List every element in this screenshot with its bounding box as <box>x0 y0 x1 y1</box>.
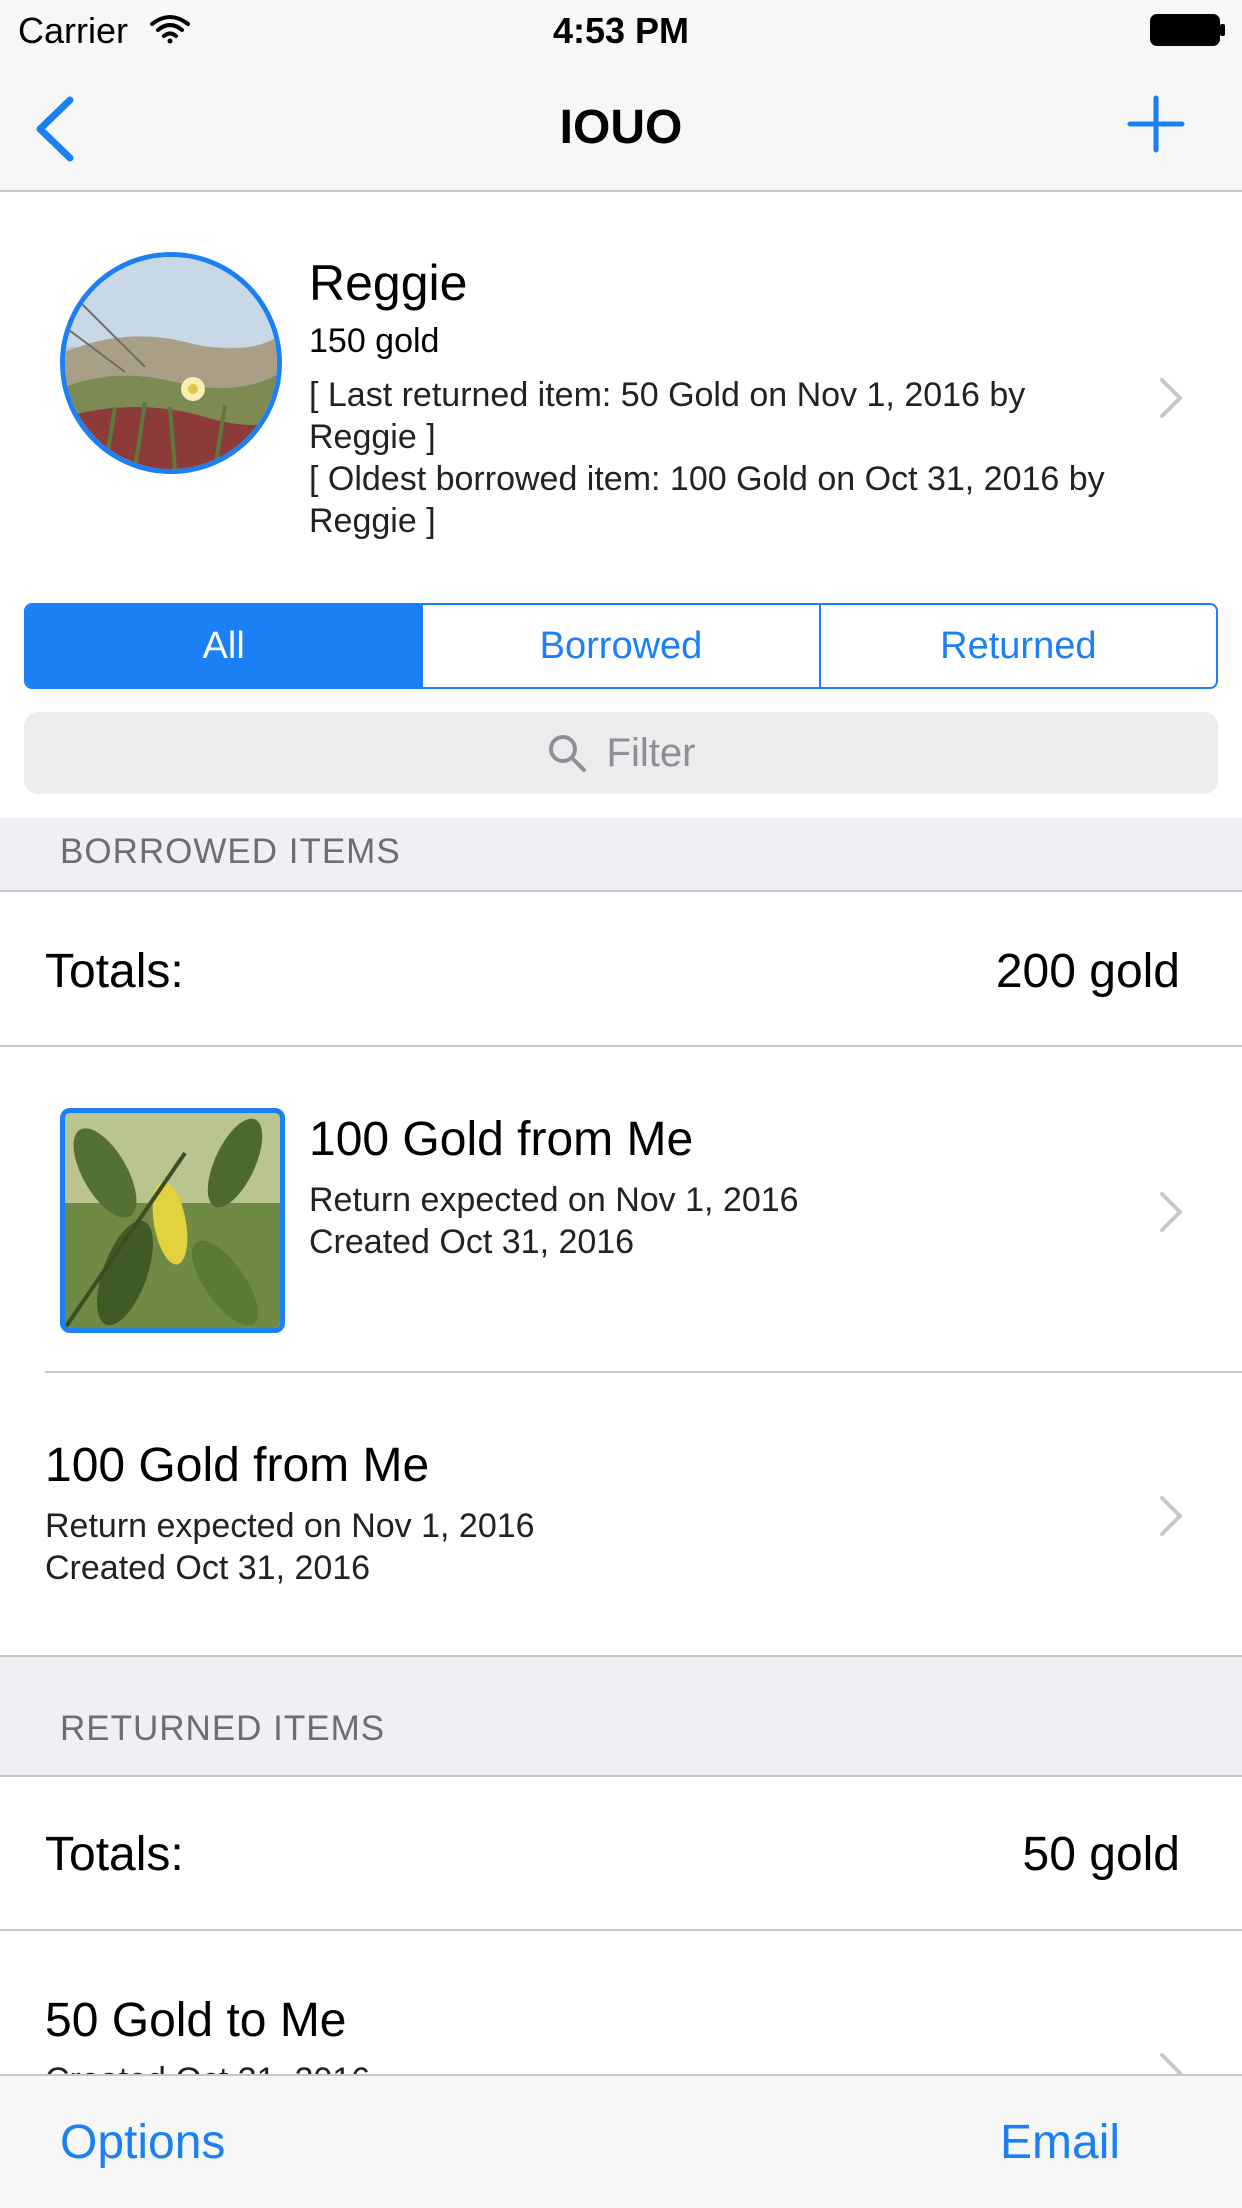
search-icon <box>548 735 586 772</box>
filter-placeholder: Filter <box>606 730 696 775</box>
returned-section-header: RETURNED ITEMS <box>0 1655 1242 1777</box>
returned-totals-value: 50 gold <box>1022 1828 1180 1881</box>
returned-section-title: RETURNED ITEMS <box>60 1709 386 1748</box>
battery-icon <box>1150 14 1225 46</box>
profile-name: Reggie <box>309 255 468 311</box>
segment-all[interactable]: All <box>26 605 424 687</box>
item-title: 100 Gold from Me <box>45 1439 430 1492</box>
options-button[interactable]: Options <box>60 2115 225 2170</box>
profile-balance: 150 gold <box>309 322 440 360</box>
item-photo <box>60 1108 285 1333</box>
borrowed-totals-value: 200 gold <box>995 945 1180 998</box>
oldest-borrowed-text: [ Oldest borrowed item: 100 Gold on Oct … <box>309 460 1105 540</box>
status-time: 4:53 PM <box>552 10 690 51</box>
chevron-right-icon <box>1160 1192 1182 1232</box>
item-title: 50 Gold to Me <box>45 1994 347 2047</box>
item-created: Created Oct 31, 2016 <box>309 1223 635 1261</box>
plus-icon[interactable] <box>1126 94 1186 154</box>
segment-returned[interactable]: Returned <box>821 605 1216 687</box>
returned-item-row[interactable]: 50 Gold to Me Created Oct 31, 2016 <box>0 1931 1242 2074</box>
item-expected: Return expected on Nov 1, 2016 <box>309 1181 799 1219</box>
chevron-right-icon <box>1160 2053 1182 2074</box>
borrowed-totals-label: Totals: <box>45 945 184 998</box>
avatar[interactable] <box>60 252 282 474</box>
segment-borrowed[interactable]: Borrowed <box>423 605 821 687</box>
last-returned-text: [ Last returned item: 50 Gold on Nov 1, … <box>309 376 1026 456</box>
chevron-right-icon <box>1160 1496 1182 1536</box>
item-title: 100 Gold from Me <box>309 1113 694 1166</box>
segmented-control: All Borrowed Returned <box>24 603 1218 689</box>
borrowed-section-header: BORROWED ITEMS <box>0 818 1242 892</box>
returned-totals-label: Totals: <box>45 1828 184 1881</box>
item-expected: Return expected on Nov 1, 2016 <box>45 1507 535 1545</box>
email-button[interactable]: Email <box>1000 2115 1120 2170</box>
filter-input[interactable]: Filter <box>24 712 1218 794</box>
item-created: Created Oct 31, 2016 <box>45 1549 371 1587</box>
page-title: IOUO <box>559 101 683 154</box>
chevron-right-icon[interactable] <box>1158 376 1184 420</box>
item-created: Created Oct 31, 2016 <box>45 2059 370 2074</box>
borrowed-section-title: BORROWED ITEMS <box>60 832 401 871</box>
